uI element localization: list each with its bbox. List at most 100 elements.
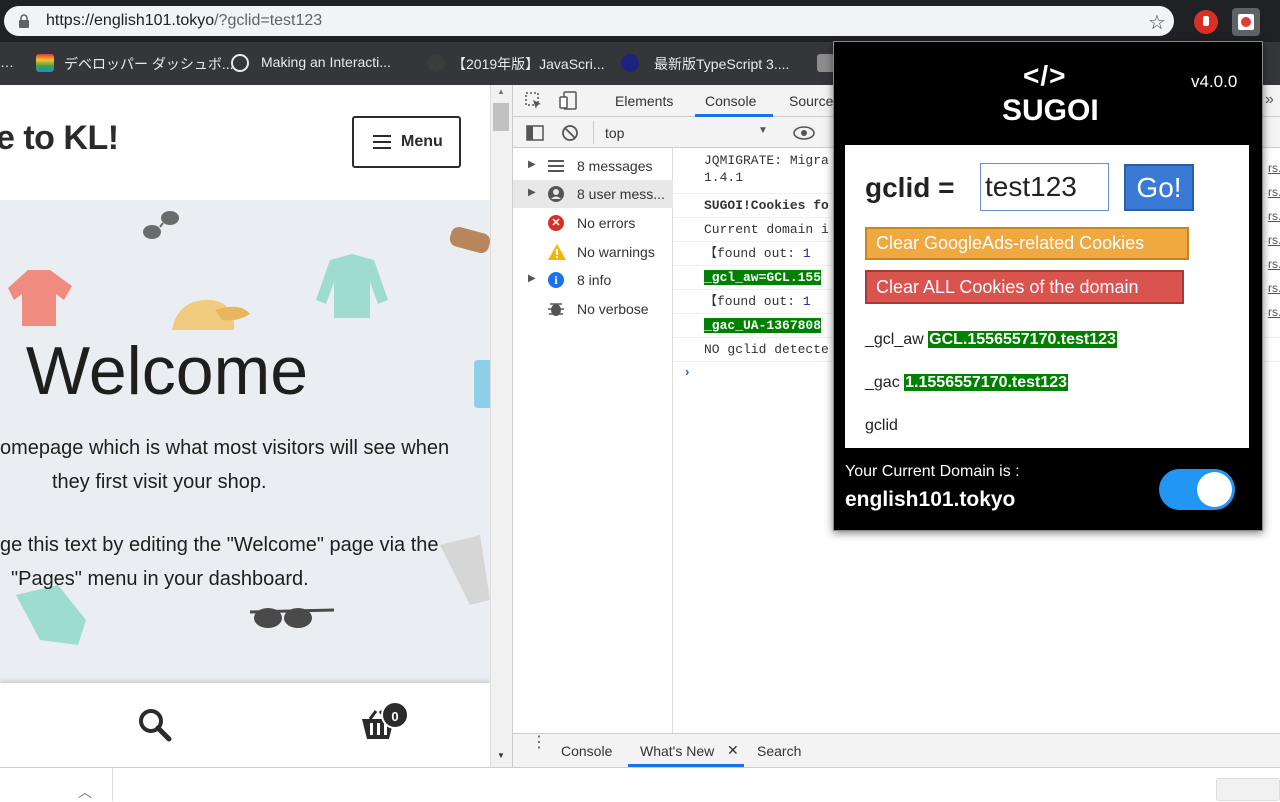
shirt-icon — [474, 360, 490, 408]
bug-icon — [548, 303, 564, 316]
sidebar-item-label: No verbose — [577, 301, 649, 317]
eye-icon[interactable] — [793, 126, 815, 140]
scrollbar-thumb[interactable] — [493, 103, 509, 131]
chevron-up-icon[interactable]: ︿ — [78, 782, 92, 802]
popup-panel: gclid = Go! Clear GoogleAds-related Cook… — [845, 145, 1249, 448]
bookmark-1[interactable]: デベロッパー ダッシュボ... — [64, 54, 234, 74]
page-scrollbar[interactable]: ▲ ▼ — [490, 85, 512, 767]
scroll-up-arrow-icon[interactable]: ▲ — [497, 87, 505, 96]
version-label: v4.0.0 — [1191, 72, 1238, 91]
cap-icon — [172, 299, 250, 330]
sunglasses-icon — [143, 211, 179, 239]
show-all-button[interactable] — [1216, 778, 1280, 801]
url-host: https://english101.tokyo — [46, 12, 215, 29]
address-bar[interactable]: https://english101.tokyo/?gclid=test123 … — [4, 6, 1174, 36]
clear-all-cookies-button[interactable]: Clear ALL Cookies of the domain — [865, 270, 1184, 304]
site-title[interactable]: e to KL! — [0, 119, 119, 158]
hero-text-line-3: ge this text by editing the "Welcome" pa… — [0, 534, 439, 556]
search-icon[interactable] — [137, 707, 173, 743]
website-viewport: e to KL! Menu Welcome omepage which is w… — [0, 85, 490, 767]
sidebar-item-label: No errors — [577, 215, 636, 231]
hamburger-icon — [373, 135, 391, 149]
code-icon: </> — [1023, 60, 1067, 91]
sidebar-toggle-icon[interactable] — [526, 125, 544, 141]
source-link[interactable]: rs. — [1268, 228, 1280, 252]
more-tabs-icon[interactable]: » — [1265, 91, 1274, 109]
source-link[interactable]: rs. — [1268, 252, 1280, 276]
cookie-value: 1.1556557170.test123 — [904, 374, 1069, 391]
log-text: SUGOI!Cookies fo — [704, 198, 829, 213]
clear-console-icon[interactable] — [561, 124, 579, 142]
source-link[interactable]: rs. — [1268, 156, 1280, 180]
longsleeve-icon — [316, 254, 388, 318]
tab-console[interactable]: Console — [705, 93, 756, 109]
moon-icon — [621, 54, 639, 72]
scroll-down-arrow-icon[interactable]: ▼ — [497, 751, 505, 760]
user-icon — [548, 186, 564, 202]
drawer-tab-console[interactable]: Console — [561, 743, 612, 759]
go-button[interactable]: Go! — [1124, 164, 1194, 211]
log-text: 【found out: — [704, 246, 803, 261]
domain-value: english101.tokyo — [845, 488, 1016, 511]
device-toolbar-icon[interactable] — [559, 91, 579, 111]
drawer-tab-search[interactable]: Search — [757, 743, 801, 759]
log-highlight: _gac_UA-1367808 — [704, 318, 822, 333]
sidebar-item-warnings[interactable]: No warnings — [513, 238, 673, 266]
bookmark-star-icon[interactable]: ☆ — [1148, 10, 1166, 35]
sidebar-item-verbose[interactable]: No verbose — [513, 295, 673, 323]
bookmark-overflow[interactable]: … — [0, 54, 14, 70]
bookmark-2[interactable]: Making an Interacti... — [261, 54, 391, 70]
tab-sources[interactable]: Source — [789, 93, 833, 109]
belt-icon — [449, 226, 490, 254]
jacket-icon — [16, 585, 86, 645]
context-selector[interactable]: top ▼ — [593, 121, 773, 144]
url-path: /?gclid=test123 — [214, 12, 323, 29]
gclid-label: gclid = — [865, 172, 955, 203]
drawer-menu-icon[interactable]: ⋮ — [531, 735, 547, 751]
list-icon — [548, 160, 564, 172]
cart-count-badge: 0 — [381, 701, 409, 729]
clear-googleads-cookies-button[interactable]: Clear GoogleAds-related Cookies — [865, 227, 1189, 260]
source-link[interactable]: rs. — [1268, 300, 1280, 324]
cookie-row-gcl-aw: _gcl_aw GCL.1556557170.test123 — [865, 331, 1117, 349]
log-number: 1 — [802, 294, 811, 309]
sidebar-item-errors[interactable]: ✕ No errors — [513, 209, 673, 237]
source-link[interactable]: rs. — [1268, 276, 1280, 300]
sidebar-item-messages[interactable]: ▶ 8 messages — [513, 152, 673, 180]
bookmark-3[interactable]: 【2019年版】JavaScri... — [452, 54, 605, 74]
tab-elements[interactable]: Elements — [615, 93, 673, 109]
url-text[interactable]: https://english101.tokyo/?gclid=test123 — [46, 12, 322, 30]
sidebar-item-label: No warnings — [577, 244, 655, 260]
toggle-knob — [1197, 472, 1232, 507]
domain-caption: Your Current Domain is : — [845, 463, 1020, 480]
hero-text-line-2: they first visit your shop. — [52, 471, 267, 493]
cookie-key: _gcl_aw — [865, 331, 924, 348]
log-text: 【found out: — [704, 294, 803, 309]
site-header: e to KL! Menu — [0, 85, 490, 200]
sidebar-item-label: 8 messages — [577, 158, 653, 174]
sunglasses-2-icon — [249, 608, 335, 628]
sidebar-item-label: 8 info — [577, 272, 612, 288]
gclid-input[interactable] — [980, 163, 1109, 211]
cookie-row-gclid: gclid — [865, 417, 898, 435]
cookie-key: gclid — [865, 417, 898, 434]
sugoi-extension-icon[interactable] — [1232, 8, 1260, 36]
adblock-extension-icon[interactable] — [1194, 10, 1218, 34]
lock-icon — [19, 14, 29, 28]
menu-button[interactable]: Menu — [352, 116, 461, 168]
sugoi-popup: </> SUGOI v4.0.0 gclid = Go! Clear Googl… — [833, 41, 1263, 531]
enable-toggle[interactable] — [1159, 469, 1235, 510]
source-link[interactable]: rs. — [1268, 180, 1280, 204]
inspect-element-icon[interactable] — [525, 92, 543, 110]
cookie-value: GCL.1556557170.test123 — [928, 331, 1117, 348]
close-tab-icon[interactable]: ✕ — [727, 742, 739, 759]
sidebar-item-info[interactable]: ▶ i 8 info — [513, 266, 673, 294]
drawer-tab-whats-new[interactable]: What's New — [640, 743, 714, 759]
tshirt-icon — [8, 270, 72, 326]
source-link[interactable]: rs. — [1268, 204, 1280, 228]
sidebar-item-user-messages[interactable]: ▶ 8 user mess... — [513, 180, 673, 208]
log-number: 1 — [802, 246, 811, 261]
console-prompt-icon[interactable]: › — [685, 364, 689, 379]
menu-label: Menu — [401, 133, 443, 150]
bookmark-4[interactable]: 最新版TypeScript 3.... — [654, 54, 789, 74]
